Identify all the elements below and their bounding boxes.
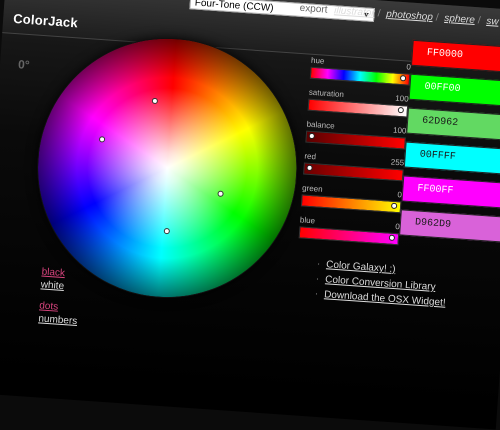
swatch-ff0000[interactable]: FF0000 bbox=[410, 39, 500, 74]
display-toggles: black white dots numbers bbox=[38, 265, 81, 328]
color-wheel[interactable] bbox=[29, 30, 305, 306]
slider-track[interactable] bbox=[303, 162, 404, 182]
degree-readout: 0° bbox=[17, 57, 31, 73]
slider-track[interactable] bbox=[300, 194, 402, 214]
slider-label: green bbox=[301, 183, 323, 194]
app-stage: Four-Tone (CCW) ▼ export illustrator / ph… bbox=[0, 0, 500, 430]
swatch-hex: 00FF00 bbox=[424, 81, 461, 96]
slider-value: 100 bbox=[394, 93, 409, 104]
swatch-d962d9[interactable]: D962D9 bbox=[399, 209, 500, 243]
slider-panel: hue 0 saturation 100 balance 100 red 255… bbox=[298, 56, 411, 255]
export-sw-link[interactable]: sw bbox=[486, 16, 499, 28]
swatch-hex: D962D9 bbox=[414, 217, 452, 231]
blue-slider[interactable]: blue 0 bbox=[298, 215, 400, 254]
slider-track[interactable] bbox=[305, 130, 406, 150]
swatch-hex: 62D962 bbox=[421, 115, 459, 130]
slider-label: red bbox=[304, 151, 317, 162]
swatch-hex: FF0000 bbox=[426, 47, 464, 62]
export-label: export bbox=[299, 2, 328, 16]
slider-label: saturation bbox=[308, 87, 345, 100]
separator: / bbox=[477, 15, 481, 27]
swatch-00ffff[interactable]: 00FFFF bbox=[403, 141, 500, 176]
swatch-list: FF0000 00FF00 62D962 00FFFF FF00FF D962D… bbox=[399, 39, 500, 251]
swatch-hex: FF00FF bbox=[416, 183, 454, 197]
slider-track[interactable] bbox=[298, 226, 400, 246]
bullet: · bbox=[316, 258, 321, 270]
swatch-00ff00[interactable]: 00FF00 bbox=[408, 73, 500, 108]
slider-track[interactable] bbox=[307, 98, 409, 118]
slider-label: blue bbox=[299, 215, 316, 226]
separator: / bbox=[435, 12, 439, 24]
swatch-ff00ff[interactable]: FF00FF bbox=[401, 175, 500, 210]
swatch-hex: 00FFFF bbox=[419, 149, 457, 164]
slider-track[interactable] bbox=[309, 66, 411, 86]
slider-knob[interactable] bbox=[306, 164, 313, 172]
color-galaxy-link[interactable]: Color Galaxy! :) bbox=[326, 259, 396, 275]
swatch-62d962[interactable]: 62D962 bbox=[406, 107, 500, 142]
slider-value: 100 bbox=[392, 125, 407, 136]
bullet: · bbox=[314, 288, 319, 300]
export-sphere-link[interactable]: sphere bbox=[444, 13, 475, 26]
slider-label: balance bbox=[306, 119, 335, 131]
slider-knob[interactable] bbox=[308, 132, 315, 140]
separator: / bbox=[377, 8, 381, 20]
numbers-toggle[interactable]: numbers bbox=[38, 312, 78, 328]
links-list: · Color Galaxy! :) · Color Conversion Libr… bbox=[314, 259, 448, 313]
slider-label: hue bbox=[310, 55, 325, 66]
bullet: · bbox=[315, 273, 320, 285]
slider-value: 255 bbox=[390, 157, 405, 168]
white-toggle[interactable]: white bbox=[40, 278, 80, 294]
